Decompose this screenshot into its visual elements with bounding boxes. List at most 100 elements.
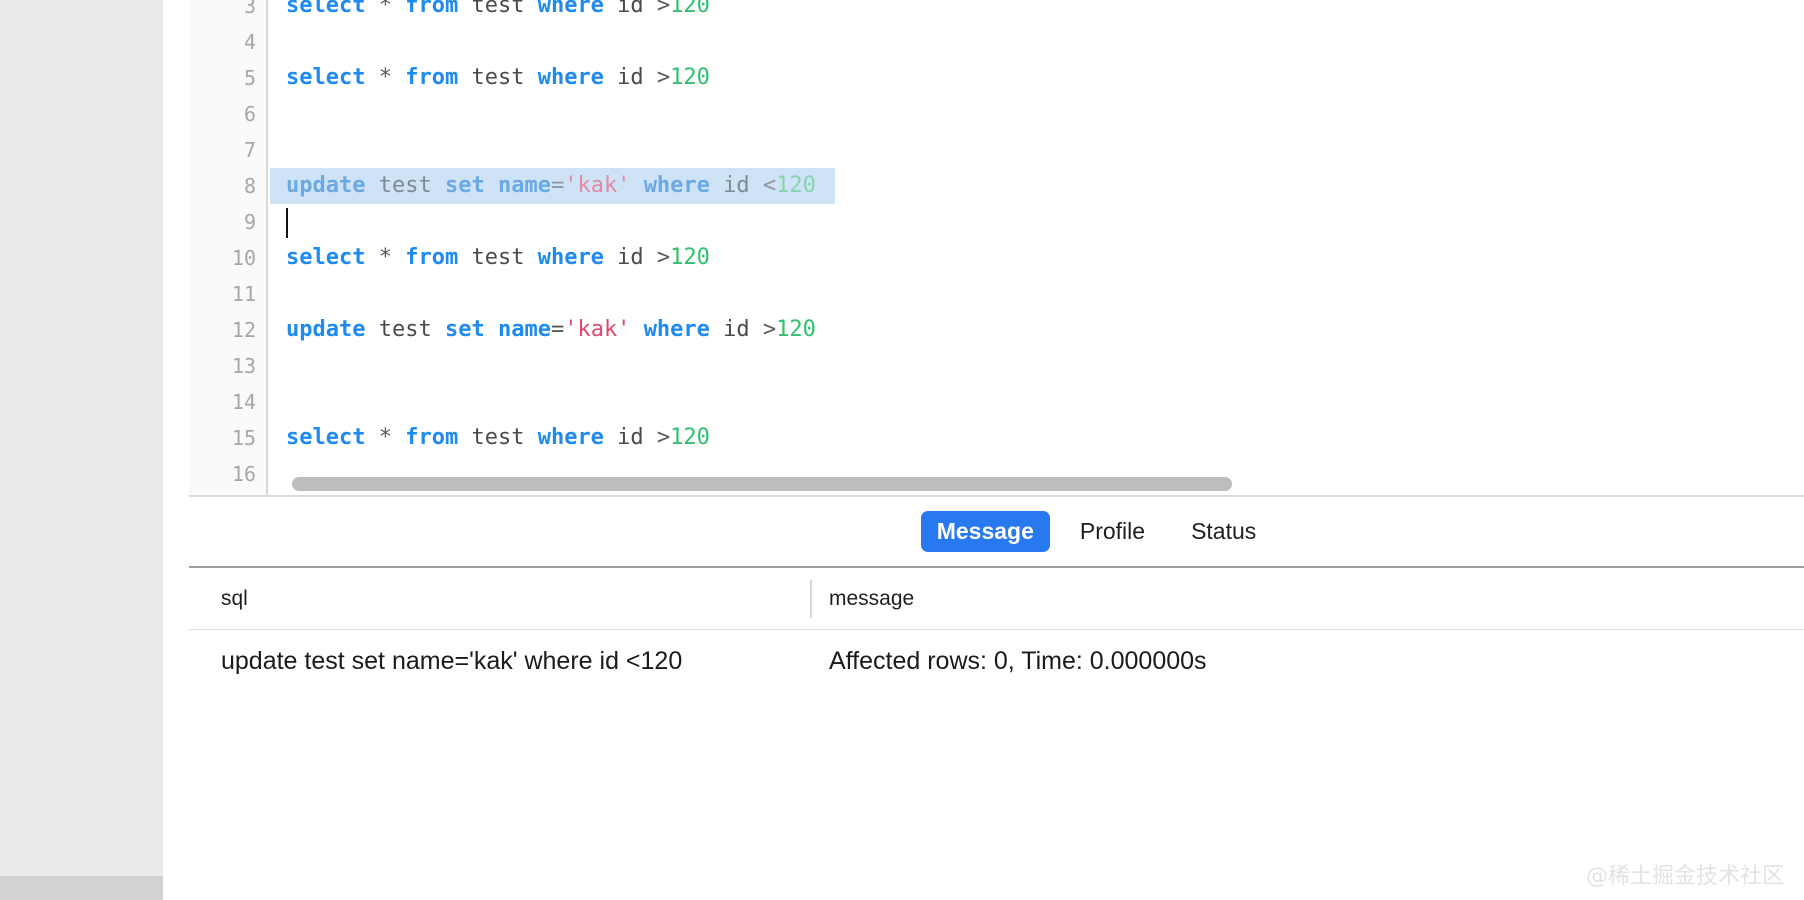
code-token: 120 (670, 425, 710, 450)
code-token: 120 (670, 0, 710, 18)
code-token: 120 (776, 317, 816, 342)
line-number-6: 6 (243, 102, 256, 126)
code-token: * (378, 245, 392, 270)
column-header-message[interactable]: message (829, 568, 914, 630)
code-token: id (603, 65, 657, 90)
code-token: from (405, 0, 459, 18)
editor-line-number-gutter: 3 4 5 6 7 8 9 10 11 12 13 14 15 16 (189, 0, 268, 497)
code-token: where (537, 245, 604, 270)
code-token: test (365, 173, 445, 198)
code-line-14[interactable] (270, 384, 286, 420)
editor-horizontal-scrollbar-thumb[interactable] (292, 477, 1232, 491)
code-line-8[interactable]: update test set name='kak' where id <120 (270, 168, 835, 204)
tab-message[interactable]: Message (920, 511, 1050, 552)
code-token: set (444, 317, 485, 342)
sql-editor[interactable]: 3 4 5 6 7 8 9 10 11 12 13 14 15 16 select * from test… (189, 0, 1804, 497)
editor-code-area[interactable]: select * from test where id >120 select *… (270, 0, 1804, 497)
text-cursor (286, 208, 288, 238)
editor-vertical-scrollbar-track[interactable] (163, 0, 344, 900)
left-panel-horizontal-scrollbar[interactable] (0, 876, 163, 900)
code-token: > (656, 245, 671, 270)
tab-profile[interactable]: Profile (1064, 511, 1161, 552)
results-tab-bar: Message Profile Status (189, 497, 1804, 568)
line-number-9: 9 (243, 210, 256, 234)
code-token: select (286, 245, 366, 270)
code-token: * (378, 65, 392, 90)
line-number-15: 15 (231, 426, 256, 450)
tab-status[interactable]: Status (1175, 511, 1272, 552)
code-line-10[interactable]: select * from test where id >120 (270, 240, 710, 276)
results-table-header: sql message (189, 568, 1804, 630)
code-token: * (378, 0, 392, 18)
code-token: > (762, 317, 777, 342)
line-number-8: 8 (243, 174, 256, 198)
code-line-15[interactable]: select * from test where id >120 (270, 420, 710, 456)
table-row[interactable]: update test set name='kak' where id <120… (189, 630, 1804, 692)
line-number-3: 3 (243, 0, 256, 18)
code-line-13[interactable] (270, 348, 286, 384)
code-token: name (497, 317, 551, 342)
code-token: test (458, 245, 538, 270)
code-token: update (286, 317, 366, 342)
line-number-14: 14 (231, 390, 256, 414)
results-pane: Message Profile Status sql message update … (189, 497, 1804, 900)
code-token: from (405, 65, 459, 90)
code-line-5[interactable]: select * from test where id >120 (270, 60, 710, 96)
code-token: test (458, 425, 538, 450)
code-token: set (444, 173, 485, 198)
code-line-4[interactable] (270, 24, 286, 60)
code-token: 120 (670, 245, 710, 270)
code-token: update (286, 173, 366, 198)
code-token: from (405, 245, 459, 270)
code-line-7[interactable] (270, 132, 286, 168)
code-token: where (537, 425, 604, 450)
line-number-11: 11 (231, 282, 256, 306)
code-token: id (603, 425, 657, 450)
left-side-panel (0, 0, 163, 900)
column-header-sql[interactable]: sql (221, 568, 248, 630)
code-token: = (550, 173, 565, 198)
code-token: = (550, 317, 565, 342)
code-token: select (286, 425, 366, 450)
cell-message: Affected rows: 0, Time: 0.000000s (829, 646, 1207, 675)
code-token: where (537, 0, 604, 18)
code-token: select (286, 0, 366, 18)
watermark: @稀土掘金技术社区 (1585, 864, 1784, 889)
code-line-9[interactable] (270, 204, 286, 240)
code-line-11[interactable] (270, 276, 286, 312)
code-line-6[interactable] (270, 96, 286, 132)
line-number-13: 13 (231, 354, 256, 378)
code-token: 120 (776, 173, 816, 198)
code-token: 'kak' (564, 173, 631, 198)
cell-sql: update test set name='kak' where id <120 (221, 646, 683, 675)
code-token: id (709, 173, 763, 198)
code-token: test (365, 317, 445, 342)
line-number-5: 5 (243, 66, 256, 90)
column-separator[interactable] (810, 580, 812, 618)
code-token: where (643, 317, 710, 342)
code-token: > (656, 425, 671, 450)
editor-horizontal-scrollbar-track[interactable] (189, 472, 1804, 497)
line-number-10: 10 (231, 246, 256, 270)
code-token: where (643, 173, 710, 198)
code-token: 120 (670, 65, 710, 90)
code-token: from (405, 425, 459, 450)
code-token: select (286, 65, 366, 90)
code-line-12[interactable]: update test set name='kak' where id >120 (270, 312, 816, 348)
code-token: 'kak' (564, 317, 631, 342)
code-line-3[interactable]: select * from test where id >120 (270, 0, 710, 24)
line-number-7: 7 (243, 138, 256, 162)
code-token: test (458, 0, 538, 18)
code-token: test (458, 65, 538, 90)
code-token: id (603, 245, 657, 270)
code-token: id (709, 317, 763, 342)
